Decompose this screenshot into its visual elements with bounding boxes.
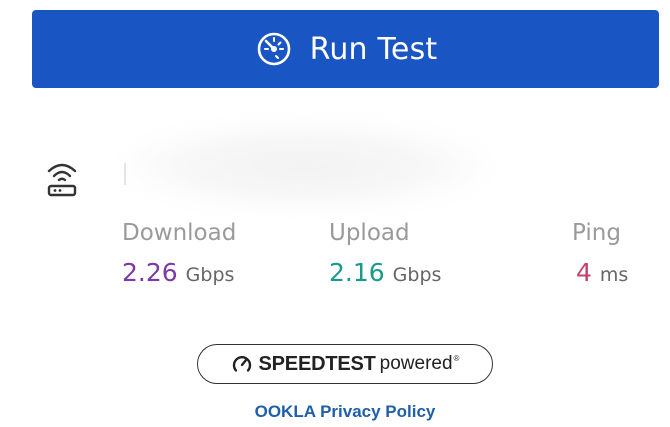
speedtest-powered-badge[interactable]: SPEEDTEST powered ® bbox=[197, 344, 493, 384]
download-label: Download bbox=[122, 220, 237, 246]
ping-unit: ms bbox=[599, 264, 629, 286]
download-metric: Download 2.26 Gbps bbox=[122, 220, 236, 287]
download-value: 2.26 bbox=[122, 258, 178, 287]
trademark-mark: ® bbox=[453, 353, 460, 363]
speedtest-brand: SPEEDTEST bbox=[258, 352, 376, 375]
run-test-label: Run Test bbox=[309, 31, 438, 67]
ping-label: Ping bbox=[572, 220, 621, 246]
privacy-policy-link[interactable]: OOKLA Privacy Policy bbox=[0, 402, 670, 422]
upload-value: 2.16 bbox=[329, 258, 385, 287]
gauge-icon bbox=[231, 353, 253, 375]
powered-text: powered bbox=[379, 353, 453, 374]
upload-unit: Gbps bbox=[392, 264, 442, 286]
network-name-field bbox=[124, 163, 126, 185]
download-unit: Gbps bbox=[185, 264, 235, 286]
upload-label: Upload bbox=[329, 220, 410, 246]
ping-value: 4 bbox=[576, 258, 592, 287]
network-name-redacted bbox=[120, 120, 490, 212]
speedometer-icon bbox=[254, 29, 294, 69]
run-test-button[interactable]: Run Test bbox=[32, 10, 659, 88]
ping-metric: Ping 4 ms bbox=[572, 220, 628, 287]
upload-metric: Upload 2.16 Gbps bbox=[329, 220, 441, 287]
wifi-router-icon bbox=[44, 158, 80, 198]
